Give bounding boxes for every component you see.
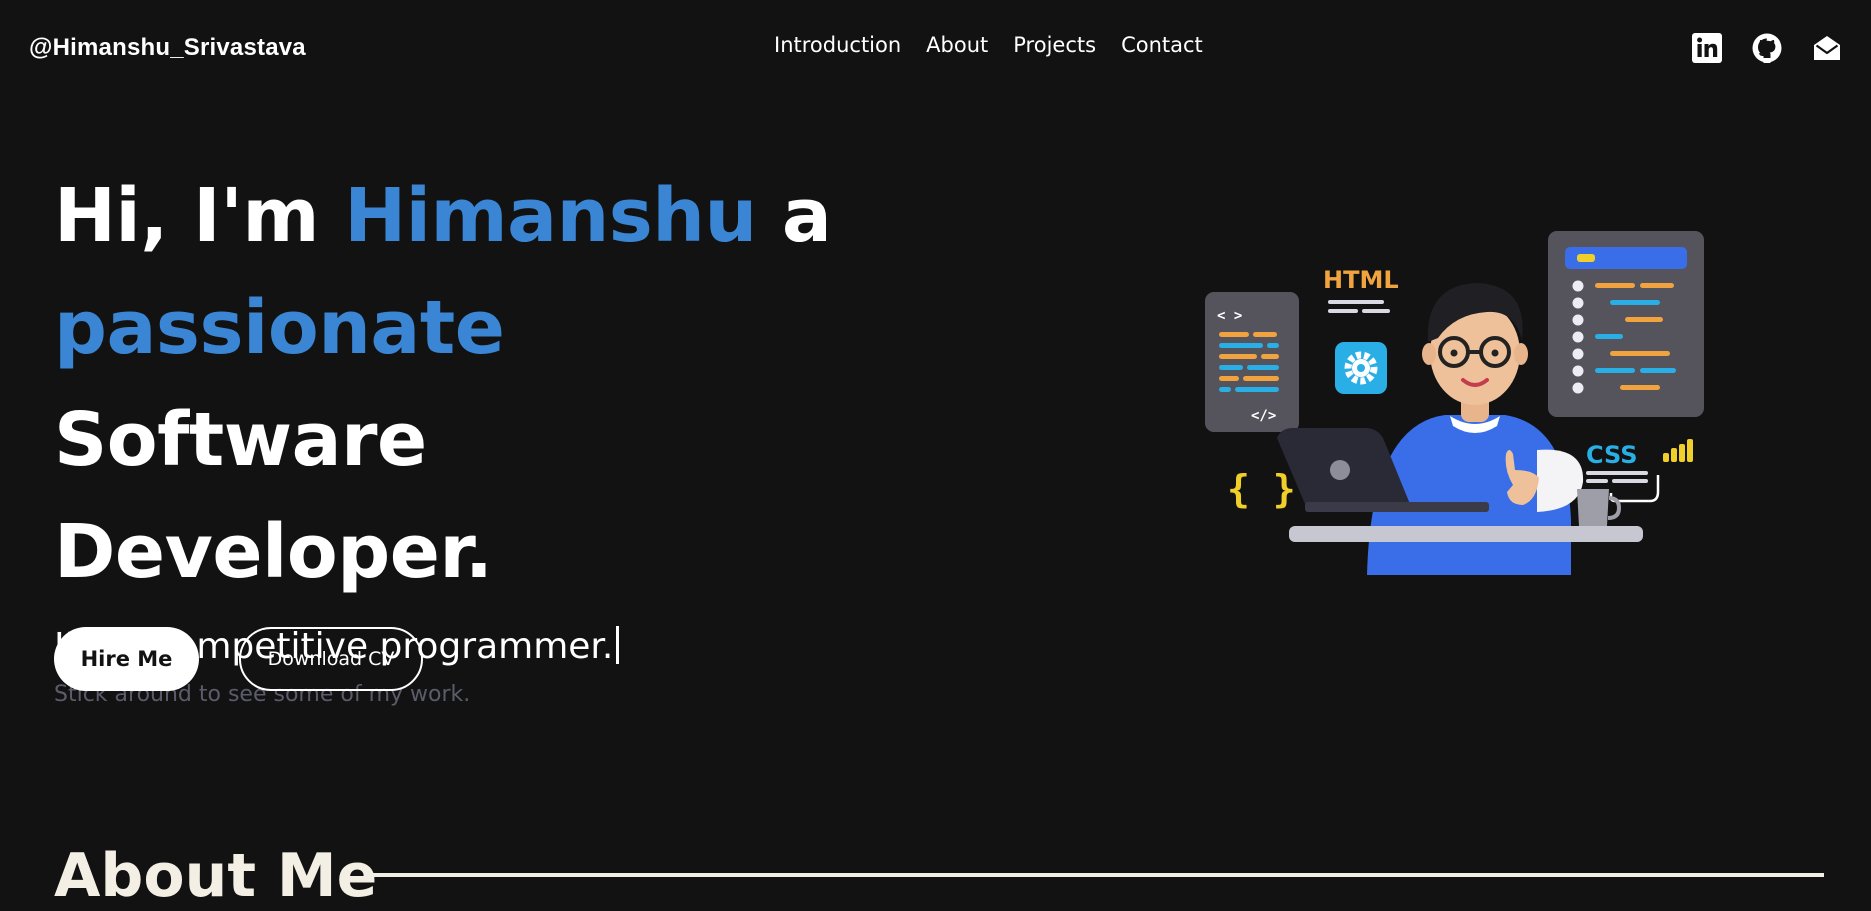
brand-logo-text[interactable]: @Himanshu_Srivastava bbox=[29, 34, 306, 62]
code-open-glyph: < > bbox=[1217, 308, 1242, 324]
hero-headline: Hi, I'm Himanshu a passionate Software D… bbox=[54, 160, 834, 608]
hero-section: Hi, I'm Himanshu a passionate Software D… bbox=[54, 160, 834, 707]
headline-text: a bbox=[756, 173, 832, 259]
headline-text: Developer. bbox=[54, 509, 493, 595]
headline-text: Hi, I'm bbox=[54, 173, 345, 259]
signal-bars-icon bbox=[1663, 439, 1693, 462]
code-card-left: < > </> bbox=[1205, 292, 1299, 432]
typing-cursor bbox=[616, 626, 620, 664]
hire-me-button[interactable]: Hire Me bbox=[54, 627, 199, 691]
code-close-glyph: </> bbox=[1251, 408, 1276, 424]
mail-icon[interactable] bbox=[1812, 33, 1842, 63]
hero-buttons: Hire Me Download CV bbox=[54, 627, 423, 691]
developer-illustration: < > </> HTML { } CSS bbox=[1205, 231, 1704, 575]
social-links bbox=[1692, 33, 1842, 63]
desk bbox=[1289, 526, 1643, 542]
gear-icon bbox=[1335, 342, 1387, 394]
braces-glyph: { } bbox=[1227, 467, 1296, 511]
nav-menu: Introduction About Projects Contact bbox=[774, 33, 1203, 57]
section-divider bbox=[370, 873, 1824, 877]
nav-item-projects[interactable]: Projects bbox=[1013, 33, 1096, 57]
nav-item-introduction[interactable]: Introduction bbox=[774, 33, 901, 57]
code-card-right bbox=[1548, 231, 1704, 417]
nav-item-about[interactable]: About bbox=[926, 33, 988, 57]
headline-name: Himanshu bbox=[344, 173, 757, 259]
linkedin-icon[interactable] bbox=[1692, 33, 1722, 63]
navbar: @Himanshu_Srivastava Introduction About … bbox=[0, 0, 1871, 100]
download-cv-button[interactable]: Download CV bbox=[239, 627, 423, 691]
headline-highlight: passionate bbox=[54, 285, 505, 371]
github-icon[interactable] bbox=[1752, 33, 1782, 63]
css-label: CSS bbox=[1586, 441, 1638, 469]
about-section-title: About Me bbox=[54, 841, 378, 911]
nav-item-contact[interactable]: Contact bbox=[1121, 33, 1203, 57]
headline-text: Software bbox=[54, 397, 427, 483]
html-label: HTML bbox=[1323, 266, 1399, 294]
